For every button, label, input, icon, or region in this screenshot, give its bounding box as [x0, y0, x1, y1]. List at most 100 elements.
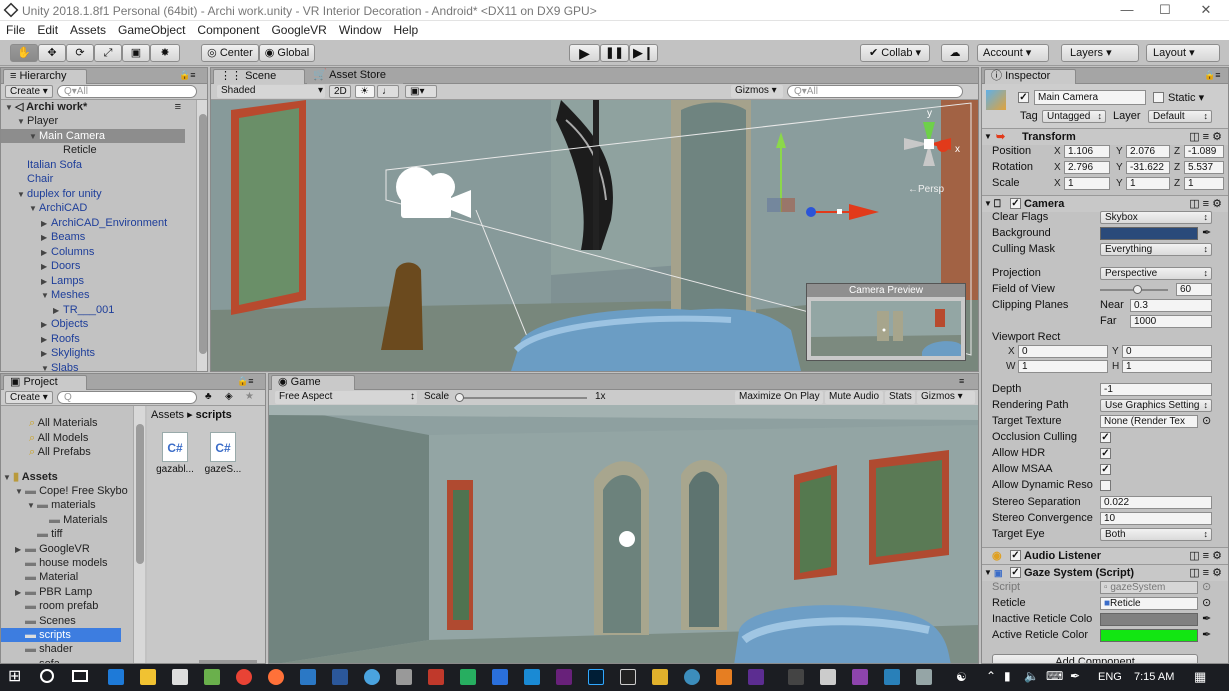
2d-toggle[interactable]: 2D [329, 85, 351, 98]
hierarchy-row[interactable]: ▼ ArchiCAD [1, 201, 185, 215]
pivot-global-button[interactable]: ◉ Global [259, 44, 315, 62]
hand-tool-icon[interactable]: ✋ [10, 44, 38, 62]
terminal-icon[interactable] [620, 669, 636, 685]
position-y-field[interactable]: 2.076 [1126, 145, 1170, 158]
background-color-swatch[interactable] [1100, 227, 1198, 240]
language-indicator[interactable]: ENG [1098, 671, 1122, 683]
favorite-item[interactable]: ⌕ All Materials [1, 416, 121, 430]
hierarchy-search-input[interactable]: Q▾All [57, 85, 197, 98]
play-button[interactable]: ▶ [569, 44, 600, 62]
folder-arrow-icon[interactable]: ▼ [27, 499, 37, 513]
folder-row[interactable]: ▬ scripts [1, 628, 121, 642]
volume-icon[interactable]: 🔈 [1024, 669, 1039, 683]
aspect-dropdown[interactable]: Free Aspect ↕ [275, 391, 417, 404]
occlusion-checkbox[interactable]: ✓ [1100, 432, 1111, 443]
project-lock-icon[interactable]: 🔒≡ [237, 376, 253, 387]
folder-row[interactable]: ▬ sofa [1, 657, 121, 663]
gaze-system-checkbox[interactable]: ✓ [1010, 567, 1021, 578]
file-explorer-icon[interactable] [140, 669, 156, 685]
filter-type-icon[interactable]: ♣ [205, 391, 212, 402]
shading-dropdown[interactable]: Shaded ▾ [217, 85, 325, 98]
hierarchy-row[interactable]: ▶ Roofs [1, 332, 185, 346]
menu-component[interactable]: Component [191, 21, 265, 37]
battery-icon[interactable]: ▮ [1004, 669, 1011, 683]
filter-label-icon[interactable]: ◈ [225, 391, 233, 402]
folder-row[interactable]: ▶ ▬ GoogleVR [1, 542, 121, 556]
position-z-field[interactable]: -1.089 [1184, 145, 1224, 158]
step-button[interactable]: ▶❙ [629, 44, 658, 62]
camera-enabled-checkbox[interactable]: ✓ [1010, 198, 1021, 209]
tab-scene[interactable]: ⋮⋮ Scene [213, 69, 305, 84]
scale-slider-thumb[interactable] [455, 393, 464, 402]
tree-arrow-icon[interactable]: ▼ [29, 202, 39, 216]
app-icon-8[interactable] [652, 669, 668, 685]
tab-project[interactable]: ▣ Project [3, 375, 87, 390]
stereo-convergence-field[interactable]: 10 [1100, 512, 1212, 525]
app-icon-6[interactable] [460, 669, 476, 685]
favorite-item[interactable]: ⌕ All Models [1, 431, 121, 445]
inactive-eyedropper-icon[interactable]: ✒ [1202, 612, 1211, 627]
scale-z-field[interactable]: 1 [1184, 177, 1224, 190]
breadcrumb-scripts[interactable]: scripts [196, 409, 232, 421]
layout-dropdown[interactable]: Layout ▾ [1146, 44, 1220, 62]
hierarchy-row[interactable]: ▶ Doors [1, 259, 185, 273]
assets-root-row[interactable]: ▼ ▮ Assets [3, 470, 121, 484]
hierarchy-row[interactable]: ▶ Beams [1, 230, 185, 244]
app-icon-14[interactable] [916, 669, 932, 685]
static-dropdown[interactable]: Static ▾ [1168, 91, 1204, 104]
maximize-on-play-toggle[interactable]: Maximize On Play [735, 391, 823, 404]
favorite-star-icon[interactable]: ★ [245, 391, 254, 402]
position-x-field[interactable]: 1.106 [1064, 145, 1110, 158]
rect-tool-icon[interactable]: ▣ [122, 44, 150, 62]
mail-icon[interactable] [820, 669, 836, 685]
transform-settings-icon[interactable]: ◫ ≡ ⚙ [1189, 129, 1222, 145]
folder-arrow-icon[interactable]: ▼ [15, 485, 25, 499]
hierarchy-row[interactable]: ▶ Skylights [1, 346, 185, 360]
app-icon-13[interactable] [884, 669, 900, 685]
app-icon-12[interactable] [852, 669, 868, 685]
target-eye-dropdown[interactable]: Both [1100, 528, 1212, 541]
tree-arrow-icon[interactable]: ▶ [41, 217, 51, 231]
search-icon[interactable] [40, 669, 54, 683]
app-icon-11[interactable] [748, 669, 764, 685]
static-checkbox[interactable] [1153, 92, 1164, 103]
hierarchy-scroll-thumb[interactable] [199, 114, 207, 354]
viewport-y-field[interactable]: 0 [1122, 345, 1212, 358]
viewport-x-field[interactable]: 0 [1018, 345, 1108, 358]
reticle-field[interactable]: ■Reticle [1100, 597, 1198, 610]
cloud-icon[interactable]: ☁ [941, 44, 969, 62]
scale-tool-icon[interactable]: ⤢ [94, 44, 122, 62]
far-field[interactable]: 1000 [1130, 315, 1212, 328]
script-file[interactable]: C# gazabl... [153, 432, 197, 482]
gaze-system-settings-icon[interactable]: ◫ ≡ ⚙ [1189, 565, 1222, 581]
hierarchy-row[interactable]: Reticle [1, 143, 185, 157]
word-icon[interactable] [332, 669, 348, 685]
viewport-h-field[interactable]: 1 [1122, 360, 1212, 373]
folder-row[interactable]: ▶ ▬ PBR Lamp [1, 585, 121, 599]
folder-row[interactable]: ▼ ▬ materials [1, 498, 121, 512]
script-file[interactable]: C# gazeS... [201, 432, 245, 482]
hierarchy-row[interactable]: ▶ Objects [1, 317, 185, 331]
folder-row[interactable]: ▬ shader [1, 642, 121, 656]
scale-x-field[interactable]: 1 [1064, 177, 1110, 190]
app-icon-5[interactable] [428, 669, 444, 685]
audio-listener-checkbox[interactable]: ✓ [1010, 550, 1021, 561]
windows-start-icon[interactable]: ⊞ [8, 669, 21, 685]
active-color-swatch[interactable] [1100, 629, 1198, 642]
tree-arrow-icon[interactable]: ▶ [53, 304, 63, 318]
tag-dropdown[interactable]: Untagged [1042, 110, 1106, 123]
unity-taskbar-icon[interactable] [788, 669, 804, 685]
maximize-button[interactable]: ☐ [1145, 0, 1185, 21]
hierarchy-row[interactable]: Italian Sofa [1, 158, 185, 172]
visual-studio-icon[interactable] [556, 669, 572, 685]
inspector-lock-icon[interactable]: 🔒≡ [1204, 70, 1220, 81]
menu-help[interactable]: Help [388, 21, 425, 37]
app-icon-10[interactable] [716, 669, 732, 685]
near-field[interactable]: 0.3 [1130, 299, 1212, 312]
menu-assets[interactable]: Assets [64, 21, 112, 37]
app-icon-9[interactable] [684, 669, 700, 685]
notifications-icon[interactable]: ▦ [1194, 669, 1206, 685]
rendering-path-dropdown[interactable]: Use Graphics Setting [1100, 399, 1212, 412]
layer-dropdown[interactable]: Default [1148, 110, 1212, 123]
app-icon-7[interactable] [492, 669, 508, 685]
